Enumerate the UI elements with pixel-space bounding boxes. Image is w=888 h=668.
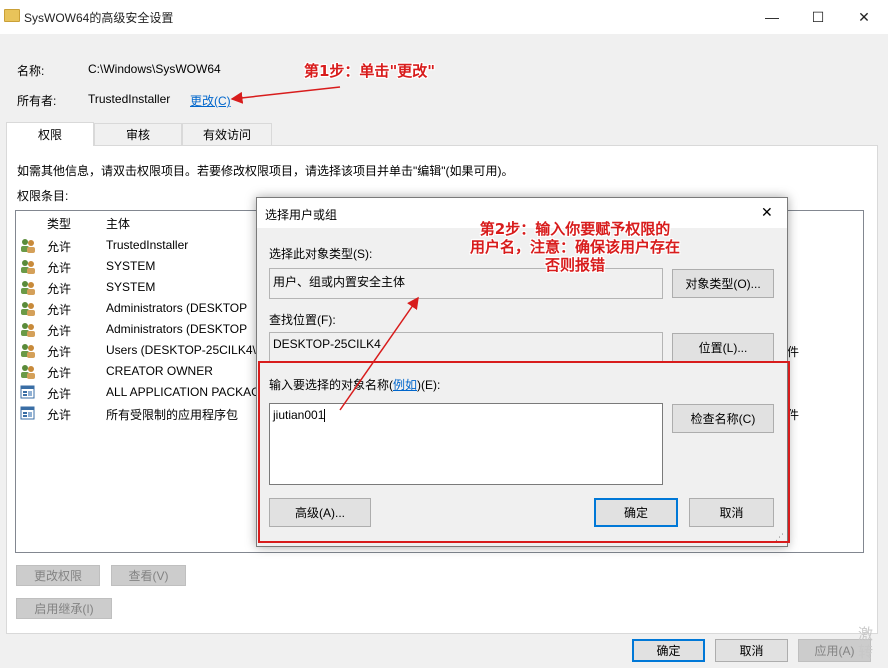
step1-annotation: 第1步：单击"更改" xyxy=(304,62,436,80)
watermark: 激 转 xyxy=(858,626,874,661)
annotation-arrows xyxy=(230,86,419,411)
step2-arrow xyxy=(339,296,419,411)
step1-arrow xyxy=(230,86,341,104)
step2-annotation: 第2步：输入你要赋予权限的 用户名，注意：确保该用户存在 否则报错 xyxy=(469,220,680,274)
